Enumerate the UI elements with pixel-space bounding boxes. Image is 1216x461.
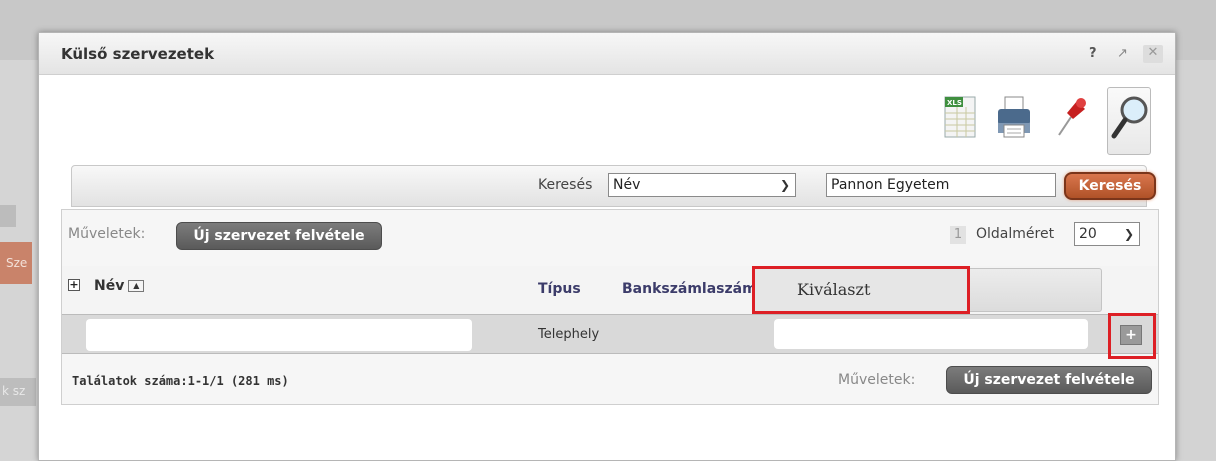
- close-button[interactable]: ✕: [1143, 45, 1163, 63]
- pin-icon[interactable]: [1051, 91, 1089, 141]
- add-organization-button[interactable]: Új szervezet felvétele: [176, 222, 382, 250]
- search-label: Keresés: [538, 177, 593, 193]
- operations-label: Műveletek:: [68, 226, 146, 242]
- column-header-bank-account[interactable]: Bankszámlaszám: [622, 281, 752, 297]
- help-button[interactable]: ?: [1089, 46, 1097, 61]
- redacted-bank-account: [774, 319, 1088, 349]
- results-panel: Műveletek: Új szervezet felvétele 1 Olda…: [61, 209, 1159, 405]
- search-field-select[interactable]: Név ❯: [608, 173, 796, 197]
- restore-button[interactable]: ↗: [1117, 46, 1128, 61]
- background-chip-2-label: k sz: [2, 384, 26, 398]
- search-bar: Keresés Név ❯ Keresés: [71, 165, 1156, 207]
- table-row: Telephely +: [62, 313, 1158, 359]
- excel-export-icon[interactable]: XLS: [941, 91, 979, 141]
- dialog-title: Külső szervezetek: [61, 45, 215, 63]
- print-icon[interactable]: [995, 91, 1033, 141]
- search-magnifier-icon[interactable]: [1107, 87, 1151, 155]
- chevron-down-icon: ❯: [1123, 227, 1134, 241]
- search-input[interactable]: [826, 173, 1056, 197]
- column-header-name[interactable]: Név ▲: [94, 278, 145, 294]
- page-size-label: Oldalméret: [976, 226, 1055, 242]
- expand-all-icon[interactable]: +: [68, 279, 80, 291]
- search-button[interactable]: Keresés: [1064, 172, 1156, 200]
- column-header-select: Kiválaszt: [797, 280, 871, 299]
- search-field-value: Név: [613, 177, 641, 193]
- external-organizations-dialog: Külső szervezetek ? ↗ ✕ XLS Keresés Név …: [38, 32, 1176, 461]
- column-header-type[interactable]: Típus: [538, 281, 581, 297]
- page-size-value: 20: [1079, 226, 1097, 242]
- add-organization-button-bottom[interactable]: Új szervezet felvétele: [946, 366, 1152, 394]
- page-number[interactable]: 1: [950, 226, 966, 244]
- select-column-highlight: Kiválaszt: [752, 266, 970, 314]
- background-tab: [0, 205, 16, 227]
- table-header: + Név ▲ Típus Bankszámlaszám Kiválaszt: [62, 266, 1158, 314]
- dialog-titlebar: Külső szervezetek ? ↗ ✕: [39, 33, 1175, 75]
- redacted-name: [86, 319, 472, 351]
- chevron-down-icon: ❯: [779, 178, 790, 192]
- background-chip-label: Sze: [6, 256, 28, 270]
- background-chip: Sze: [0, 242, 32, 284]
- page-size-select[interactable]: 20 ❯: [1074, 222, 1140, 246]
- results-count: Találatok száma:1-1/1 (281 ms): [72, 374, 289, 388]
- sort-ascending-icon[interactable]: ▲: [128, 280, 145, 292]
- select-row-button[interactable]: +: [1120, 325, 1142, 345]
- operations-label-bottom: Műveletek:: [838, 372, 916, 388]
- row-type: Telephely: [538, 327, 600, 342]
- background-right-panel: [1176, 60, 1216, 461]
- column-header-name-label: Név: [94, 278, 125, 294]
- background-chip-2: k sz: [0, 378, 36, 406]
- svg-text:XLS: XLS: [947, 99, 962, 107]
